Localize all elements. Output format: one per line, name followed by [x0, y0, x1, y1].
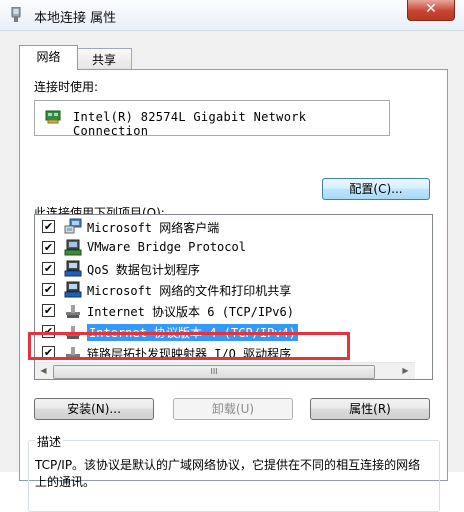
item-checkbox[interactable]: ✔	[42, 325, 55, 338]
item-label: Microsoft 网络的文件和打印机共享	[87, 284, 292, 298]
description-legend: 描述	[35, 433, 64, 450]
network-protocol-icon	[66, 347, 80, 360]
network-adapter-icon	[45, 110, 61, 124]
list-item[interactable]: ✔ Internet 协议版本 6 (TCP/IPv6)	[35, 300, 413, 321]
tab-sharing[interactable]: 共享	[76, 48, 132, 71]
list-item[interactable]: ✔ QoS 数据包计划程序	[35, 258, 413, 279]
description-text: TCP/IP。该协议是默认的广域网络协议，它提供在不同的相互连接的网络上的通讯。	[35, 458, 421, 489]
vertical-scrollbar[interactable]: ▲ ▼	[432, 215, 433, 361]
network-protocol-icon	[66, 326, 80, 339]
scroll-right-arrow-icon[interactable]: ▶	[397, 366, 414, 375]
horizontal-scrollbar[interactable]: ◀ III ▶	[35, 362, 415, 379]
scroll-thumb[interactable]: III	[53, 365, 375, 379]
close-button[interactable]: ✕	[407, 0, 455, 21]
item-label: Internet 协议版本 4 (TCP/IPv4)	[87, 324, 298, 341]
list-item-selected[interactable]: ✔ Internet 协议版本 4 (TCP/IPv4)	[35, 321, 413, 342]
network-client-icon	[64, 218, 82, 234]
item-checkbox[interactable]: ✔	[42, 262, 55, 275]
properties-button[interactable]: 属性(R)	[310, 398, 430, 420]
item-label: Microsoft 网络客户端	[87, 221, 220, 235]
list-item[interactable]: ✔ Microsoft 网络的文件和打印机共享	[35, 279, 413, 300]
adapter-name: Intel(R) 82574L Gigabit Network Connecti…	[73, 110, 307, 138]
network-connection-icon	[11, 7, 21, 22]
item-checkbox[interactable]: ✔	[42, 241, 55, 254]
item-label: Internet 协议版本 6 (TCP/IPv6)	[87, 305, 294, 319]
item-checkbox[interactable]: ✔	[42, 304, 55, 317]
item-label: QoS 数据包计划程序	[87, 263, 200, 277]
title-bar: 本地连接 属性 ✕	[0, 0, 464, 31]
item-label: VMware Bridge Protocol	[87, 240, 246, 254]
uninstall-button: 卸载(U)	[173, 398, 293, 420]
adapter-box: Intel(R) 82574L Gigabit Network Connecti…	[34, 100, 390, 138]
list-item[interactable]: ✔ Microsoft 网络客户端	[35, 216, 413, 237]
item-checkbox[interactable]: ✔	[42, 346, 55, 359]
network-protocol-icon	[66, 305, 80, 318]
network-tab-panel: 连接时使用: Intel(R) 82574L Gigabit Network C…	[19, 69, 448, 512]
dialog-body: 网络 共享 连接时使用: Intel(R) 82574L Gigabit Net…	[0, 31, 464, 512]
network-service-icon	[64, 260, 82, 277]
network-service-icon	[64, 281, 82, 298]
configure-button[interactable]: 配置(C)...	[322, 178, 430, 200]
connect-using-label: 连接时使用:	[34, 80, 99, 94]
list-item[interactable]: ✔ VMware Bridge Protocol	[35, 237, 413, 258]
components-list[interactable]: ✔ Microsoft 网络客户端 ✔ VMware Bridge Protoc…	[34, 214, 433, 380]
list-item[interactable]: ✔ 链路层拓扑发现映射器 I/O 驱动程序	[35, 342, 413, 363]
scroll-left-arrow-icon[interactable]: ◀	[35, 366, 52, 375]
window-title: 本地连接 属性	[34, 11, 117, 26]
item-checkbox[interactable]: ✔	[42, 283, 55, 296]
network-protocol-icon	[64, 239, 82, 256]
install-button[interactable]: 安装(N)...	[34, 398, 154, 420]
item-checkbox[interactable]: ✔	[42, 220, 55, 233]
description-group: 描述 TCP/IP。该协议是默认的广域网络协议，它提供在不同的相互连接的网络上的…	[28, 433, 440, 512]
tab-network[interactable]: 网络	[19, 45, 78, 70]
item-label: 链路层拓扑发现映射器 I/O 驱动程序	[87, 347, 292, 361]
